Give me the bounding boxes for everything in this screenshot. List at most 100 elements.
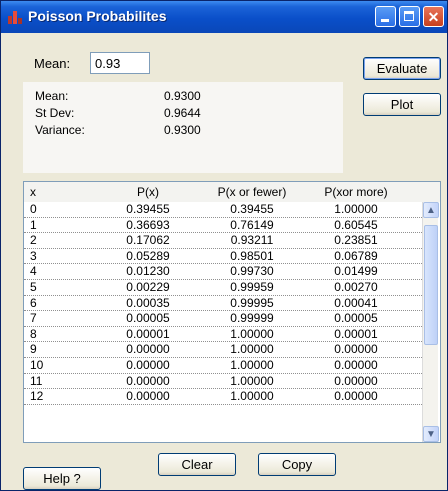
cell-upper: 0.60545 [334,217,378,232]
title-bar[interactable]: Poisson Probabilites ✕ [1,1,447,33]
stat-variance-value: 0.9300 [164,123,201,137]
table-row[interactable]: 6 0.00035 0.99995 0.00041 [24,296,422,312]
table-row[interactable]: 5 0.00229 0.99959 0.00270 [24,280,422,296]
table-row[interactable]: 9 0.00000 1.00000 0.00000 [24,342,422,358]
down-arrow-icon: ▼ [426,428,436,440]
window-title: Poisson Probabilites [28,8,167,24]
table-row[interactable]: 0 0.39455 0.39455 1.00000 [24,202,422,218]
table-row[interactable]: 12 0.00000 1.00000 0.00000 [24,389,422,405]
table-row[interactable]: 2 0.17062 0.93211 0.23851 [24,233,422,249]
column-header-x[interactable]: x [30,185,50,199]
cell-cumulative: 1.00000 [230,373,274,388]
cell-px: 0.17062 [126,233,170,248]
cell-px: 0.01230 [126,264,170,279]
minimize-button[interactable] [375,6,396,27]
table-body: 0 0.39455 0.39455 1.00000 1 0.36693 0.76149 0.6… [24,202,422,442]
table-row[interactable]: 1 0.36693 0.76149 0.60545 [24,218,422,234]
table-row[interactable]: 11 0.00000 1.00000 0.00000 [24,374,422,390]
summary-stats-panel: Mean: 0.9300 St Dev: 0.9644 Variance: 0.… [23,82,343,173]
cell-upper: 0.00005 [334,311,378,326]
scroll-thumb[interactable] [424,225,438,345]
cell-upper: 0.23851 [334,233,378,248]
cell-px: 0.39455 [126,202,170,216]
maximize-button[interactable] [399,6,420,27]
cell-upper: 0.00000 [334,389,378,404]
mean-label: Mean: [34,56,71,71]
cell-x: 8 [30,326,37,341]
poisson-window: Poisson Probabilites ✕ Mean: 0.93 Evalua… [0,0,448,491]
cell-cumulative: 1.00000 [230,389,274,404]
stat-stdev-label: St Dev: [35,106,75,120]
cell-cumulative: 0.98501 [230,248,274,263]
up-arrow-icon: ▲ [426,204,436,216]
cell-x: 6 [30,295,37,310]
cell-px: 0.00229 [126,279,170,294]
cell-cumulative: 0.99999 [230,311,274,326]
cell-x: 4 [30,264,37,279]
cell-x: 7 [30,311,37,326]
cell-x: 0 [30,202,37,216]
cell-upper: 0.00000 [334,357,378,372]
cell-upper: 0.00000 [334,342,378,357]
cell-x: 3 [30,248,37,263]
close-button[interactable]: ✕ [423,6,444,27]
cell-cumulative: 0.99730 [230,264,274,279]
table-header: x P(x) P(x or fewer) P(xor more) [24,182,440,202]
scroll-down-button[interactable]: ▼ [423,426,439,442]
cell-cumulative: 1.00000 [230,326,274,341]
cell-upper: 0.00000 [334,373,378,388]
column-header-upper[interactable]: P(xor more) [305,185,407,199]
cell-upper: 0.01499 [334,264,378,279]
cell-px: 0.00005 [126,311,170,326]
cell-upper: 0.06789 [334,248,378,263]
table-row[interactable]: 7 0.00005 0.99999 0.00005 [24,311,422,327]
cell-px: 0.00035 [126,295,170,310]
evaluate-button[interactable]: Evaluate [363,57,441,80]
cell-cumulative: 0.93211 [230,233,274,248]
plot-button[interactable]: Plot [363,93,441,116]
probability-table: x P(x) P(x or fewer) P(xor more) 0 0.3945… [23,181,441,443]
cell-px: 0.00001 [126,326,170,341]
help-button[interactable]: Help ? [23,467,101,490]
copy-button[interactable]: Copy [258,453,336,476]
stat-stdev-value: 0.9644 [164,106,201,120]
cell-upper: 0.00041 [334,295,378,310]
table-row[interactable]: 8 0.00001 1.00000 0.00001 [24,327,422,343]
cell-px: 0.00000 [126,357,170,372]
vertical-scrollbar[interactable]: ▲ ▼ [422,202,439,442]
table-row[interactable]: 10 0.00000 1.00000 0.00000 [24,358,422,374]
maximize-icon [404,11,414,21]
cell-px: 0.00000 [126,389,170,404]
app-icon [8,11,22,24]
close-icon: ✕ [427,8,440,25]
column-header-px[interactable]: P(x) [98,185,198,199]
cell-cumulative: 1.00000 [230,357,274,372]
cell-px: 0.36693 [126,217,170,232]
cell-x: 9 [30,342,37,357]
cell-upper: 0.00001 [334,326,378,341]
cell-x: 12 [30,389,44,404]
stat-variance-label: Variance: [35,123,85,137]
stat-mean-label: Mean: [35,89,69,103]
cell-px: 0.00000 [126,373,170,388]
scroll-up-button[interactable]: ▲ [423,202,439,218]
cell-cumulative: 0.99959 [230,279,274,294]
cell-upper: 0.00270 [334,279,378,294]
table-row[interactable]: 3 0.05289 0.98501 0.06789 [24,249,422,265]
cell-x: 11 [30,373,43,388]
cell-cumulative: 0.76149 [230,217,274,232]
cell-px: 0.00000 [126,342,170,357]
stat-mean-value: 0.9300 [164,89,201,103]
mean-input[interactable]: 0.93 [90,52,150,74]
table-row[interactable]: 4 0.01230 0.99730 0.01499 [24,264,422,280]
cell-px: 0.05289 [126,248,170,263]
cell-cumulative: 0.99995 [230,295,274,310]
clear-button[interactable]: Clear [158,453,236,476]
cell-upper: 1.00000 [334,202,378,216]
cell-x: 1 [30,217,37,232]
minimize-icon [381,19,389,22]
cell-cumulative: 1.00000 [230,342,274,357]
cell-cumulative: 0.39455 [230,202,274,216]
column-header-cumulative[interactable]: P(x or fewer) [201,185,303,199]
cell-x: 5 [30,279,37,294]
